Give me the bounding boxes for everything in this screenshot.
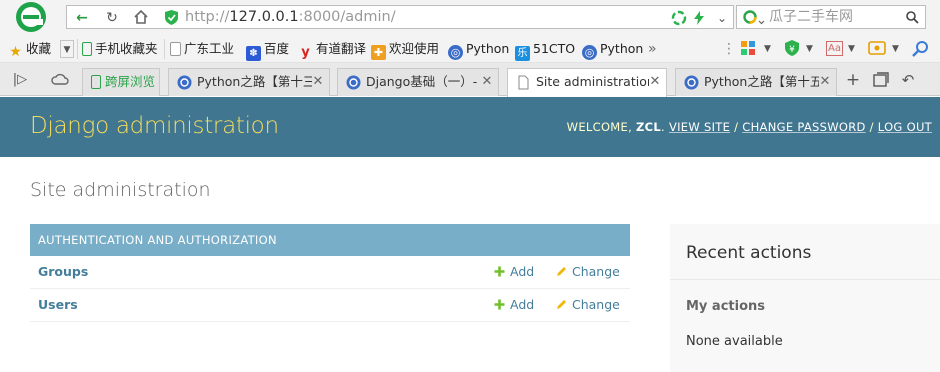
globe-icon: ◎ xyxy=(448,45,463,60)
coupon-dropdown-icon[interactable]: ▼ xyxy=(892,40,899,58)
phone-icon xyxy=(91,75,101,89)
more-bookmarks-icon[interactable]: » xyxy=(648,40,657,58)
close-tab-icon[interactable]: ✕ xyxy=(649,69,661,95)
cloud-icon[interactable] xyxy=(50,70,70,90)
baidu-paw-icon: ✽ xyxy=(246,46,261,61)
page-icon xyxy=(170,42,181,56)
globe-icon xyxy=(346,75,361,90)
recent-actions-panel: Recent actions My actions None available xyxy=(670,224,940,372)
security-shield-icon[interactable]: ¥ xyxy=(784,40,800,56)
url-text[interactable]: http://127.0.0.1:8000/admin/ xyxy=(185,8,396,26)
phone-icon xyxy=(82,42,92,56)
admin-header: Django administration WELCOME, ZCL. VIEW… xyxy=(0,97,940,157)
user-tools: WELCOME, ZCL. VIEW SITE / CHANGE PASSWOR… xyxy=(566,120,932,134)
bookmark-favorites[interactable]: ★ 收藏 xyxy=(8,40,51,60)
translate-dropdown-icon[interactable]: ▼ xyxy=(848,40,855,58)
bookmark-welcome[interactable]: ✚ 欢迎使用 xyxy=(371,40,439,60)
tab-django-basics[interactable]: Django基础（一）- ✕ xyxy=(337,68,499,96)
page-icon xyxy=(518,75,529,90)
change-password-link[interactable]: CHANGE PASSWORD xyxy=(742,120,865,134)
pencil-icon xyxy=(557,300,566,309)
model-link-users[interactable]: Users xyxy=(38,297,78,312)
close-tab-icon[interactable]: ✕ xyxy=(312,69,324,95)
view-site-link[interactable]: VIEW SITE xyxy=(669,120,730,134)
apps-dropdown-icon[interactable]: ▼ xyxy=(764,40,771,58)
bookmark-baidu[interactable]: ✽ 百度 xyxy=(246,40,289,61)
my-actions-heading: My actions xyxy=(686,299,766,314)
bookmarks-bar: ★ 收藏 ▼ 手机收藏夹 广东工业 ✽ 百度 y 有道翻译 ✚ 欢迎使用 ◎ Python… xyxy=(0,35,940,63)
zoom-search-icon[interactable] xyxy=(912,40,930,58)
tab-python-15[interactable]: Python之路【第十五 ✕ xyxy=(675,68,837,96)
search-engine-icon[interactable] xyxy=(743,9,765,26)
model-link-groups[interactable]: Groups xyxy=(38,264,88,279)
browser-logo-icon[interactable] xyxy=(8,1,54,33)
globe-icon: ◎ xyxy=(582,45,597,60)
tab-strip: |▷ 跨屏浏览 Python之路【第十三 ✕ Django基础（一）- ✕ Si… xyxy=(0,63,940,97)
security-dropdown-icon[interactable]: ▼ xyxy=(806,40,813,58)
add-users-link[interactable]: Add xyxy=(494,297,534,312)
back-arrow-icon[interactable]: ← xyxy=(71,9,93,27)
username: ZCL xyxy=(636,120,662,134)
none-available-text: None available xyxy=(686,334,783,349)
reload-icon[interactable]: ↻ xyxy=(101,9,123,27)
table-row: Groups Add Change xyxy=(30,256,630,289)
site-branding[interactable]: Django administration xyxy=(30,113,279,139)
bookmark-51cto[interactable]: 乐 51CTO xyxy=(515,40,575,61)
bookmark-python-1[interactable]: ◎ Python xyxy=(448,40,509,60)
tab-cross-screen[interactable]: 跨屏浏览 xyxy=(82,68,160,96)
add-groups-link[interactable]: Add xyxy=(494,264,534,279)
secure-shield-icon xyxy=(165,10,178,25)
tab-site-administration[interactable]: Site administration ✕ xyxy=(507,68,667,97)
favorites-dropdown-icon[interactable]: ▼ xyxy=(60,40,74,58)
browser-address-bar-row: ← ↻ http://127.0.0.1:8000/admin/ ⌄ 瓜子二手车… xyxy=(0,0,940,35)
refresh-spin-icon[interactable] xyxy=(671,10,687,26)
auth-module: AUTHENTICATION AND AUTHORIZATION Groups … xyxy=(30,224,630,322)
youdao-icon: y xyxy=(301,45,310,60)
add-plus-icon xyxy=(494,266,505,277)
search-input[interactable]: 瓜子二手车网 xyxy=(769,8,853,26)
globe-icon xyxy=(684,75,699,90)
cto-icon: 乐 xyxy=(515,46,530,61)
puzzle-icon: ✚ xyxy=(371,45,386,60)
bookmark-mobile[interactable]: 手机收藏夹 xyxy=(82,40,158,58)
sidebar-toggle-icon[interactable]: |▷ xyxy=(10,70,30,90)
bookmark-python-2[interactable]: ◎ Python xyxy=(582,40,643,60)
add-plus-icon xyxy=(494,299,505,310)
bookmark-youdao[interactable]: y 有道翻译 xyxy=(298,40,366,60)
tab-list-icon[interactable] xyxy=(871,70,891,90)
apps-grid-icon[interactable] xyxy=(740,40,756,56)
search-icon[interactable] xyxy=(906,11,919,24)
recent-actions-title: Recent actions xyxy=(686,243,812,263)
bookmark-gdut[interactable]: 广东工业 xyxy=(170,40,234,58)
chevron-down-icon[interactable]: ⌄ xyxy=(711,9,733,27)
divider xyxy=(670,279,940,280)
close-tab-icon[interactable]: ✕ xyxy=(819,69,831,95)
address-bar[interactable]: ← ↻ http://127.0.0.1:8000/admin/ ⌄ xyxy=(66,5,734,29)
home-icon[interactable] xyxy=(133,9,149,25)
new-tab-icon[interactable]: + xyxy=(843,70,863,90)
tab-python-13[interactable]: Python之路【第十三 ✕ xyxy=(168,68,330,96)
page-title: Site administration xyxy=(30,179,211,201)
table-row: Users Add Change xyxy=(30,289,630,322)
pencil-icon xyxy=(557,267,566,276)
star-icon: ★ xyxy=(9,44,22,60)
lightning-icon[interactable] xyxy=(691,10,707,26)
change-groups-link[interactable]: Change xyxy=(556,264,620,279)
log-out-link[interactable]: LOG OUT xyxy=(878,120,932,134)
change-users-link[interactable]: Change xyxy=(556,297,620,312)
search-box[interactable]: 瓜子二手车网 xyxy=(736,5,926,29)
svg-text:¥: ¥ xyxy=(789,45,795,55)
coupon-icon[interactable] xyxy=(868,40,886,56)
globe-icon xyxy=(177,75,192,90)
close-tab-icon[interactable]: ✕ xyxy=(481,69,493,95)
menu-dots-icon[interactable]: ⋮ xyxy=(722,40,736,58)
module-caption[interactable]: AUTHENTICATION AND AUTHORIZATION xyxy=(30,224,630,256)
undo-close-tab-icon[interactable]: ↶ xyxy=(898,70,918,90)
translate-icon[interactable]: Aa xyxy=(826,41,843,56)
